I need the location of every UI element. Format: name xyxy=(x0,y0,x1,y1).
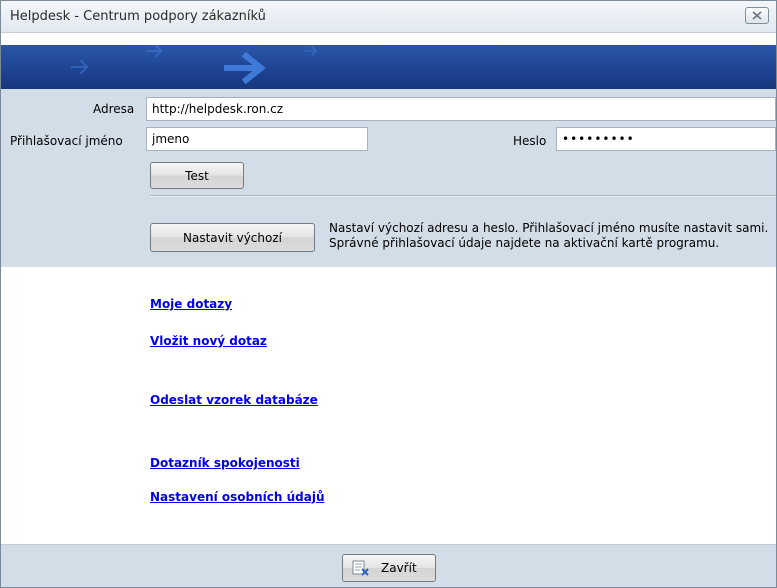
helpdesk-window: Helpdesk - Centrum podpory zákazníků Adr… xyxy=(0,0,777,588)
document-close-icon xyxy=(352,560,369,576)
link-send-database-sample[interactable]: Odeslat vzorek databáze xyxy=(150,393,318,407)
arrow-right-icon xyxy=(71,45,318,85)
bottom-bar: Zavřít xyxy=(1,544,776,587)
address-label: Adresa xyxy=(93,102,135,116)
link-personal-settings[interactable]: Nastavení osobních údajů xyxy=(150,490,325,504)
defaults-info-text: Nastaví výchozí adresu a heslo. Přihlašo… xyxy=(329,221,769,250)
username-label: Přihlašovací jméno xyxy=(10,134,123,148)
title-bar[interactable]: Helpdesk - Centrum podpory zákazníků xyxy=(1,1,776,33)
window-close-button[interactable] xyxy=(745,7,769,24)
close-dialog-button[interactable]: Zavřít xyxy=(342,554,436,582)
password-label: Heslo xyxy=(513,134,547,148)
set-defaults-button[interactable]: Nastavit výchozí xyxy=(150,223,315,252)
settings-divider xyxy=(150,195,776,197)
link-satisfaction-survey[interactable]: Dotazník spokojenosti xyxy=(150,456,300,470)
username-input[interactable] xyxy=(146,127,368,151)
link-new-query[interactable]: Vložit nový dotaz xyxy=(150,334,267,348)
window-title: Helpdesk - Centrum podpory zákazníků xyxy=(10,9,266,24)
link-my-queries[interactable]: Moje dotazy xyxy=(150,297,232,311)
test-button[interactable]: Test xyxy=(150,162,244,189)
close-x-icon xyxy=(752,11,762,20)
close-dialog-label: Zavřít xyxy=(381,561,417,575)
header-banner xyxy=(1,45,776,89)
password-input[interactable] xyxy=(556,127,776,151)
address-input[interactable] xyxy=(146,97,776,121)
